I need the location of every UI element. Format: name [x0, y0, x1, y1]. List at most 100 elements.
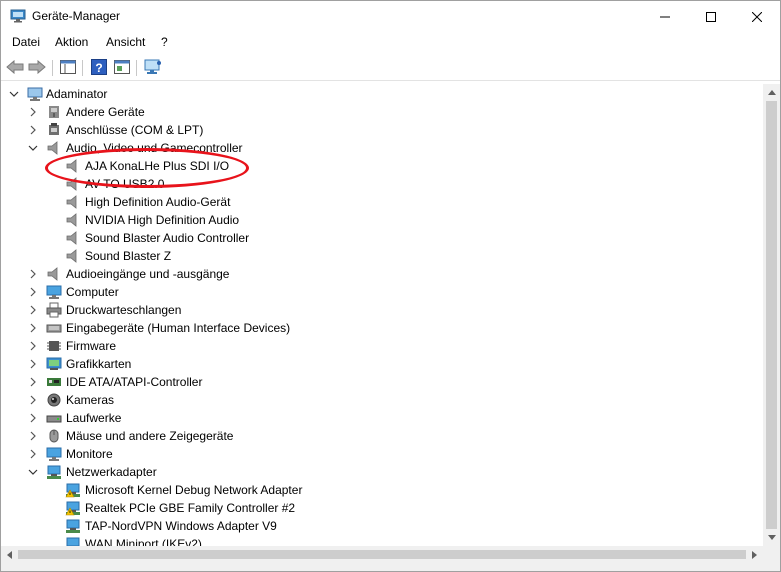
menu-aktion[interactable]: Aktion [55, 35, 88, 49]
collapse-chevron-icon[interactable] [9, 85, 19, 103]
tree-category[interactable]: Kameras [1, 391, 761, 409]
collapse-chevron-icon[interactable] [28, 463, 38, 481]
expand-chevron-icon[interactable] [28, 337, 38, 355]
help-icon: ? [91, 59, 107, 75]
tree-category-label: Monitore [66, 447, 113, 461]
tree-device[interactable]: Microsoft Kernel Debug Network Adapter [1, 481, 761, 499]
tree-category[interactable]: Grafikkarten [1, 355, 761, 373]
network-card-icon [66, 519, 80, 533]
toolbar-separator [82, 60, 83, 76]
monitor-icon [46, 285, 62, 299]
speaker-icon [66, 231, 77, 245]
expand-chevron-icon[interactable] [28, 121, 38, 139]
tree-device[interactable]: Realtek PCIe GBE Family Controller #2 [1, 499, 761, 517]
expand-chevron-icon[interactable] [28, 391, 38, 409]
tree-device-label: Realtek PCIe GBE Family Controller #2 [85, 501, 296, 515]
minimize-icon [660, 16, 670, 17]
tree-device[interactable]: AJA KonaLHe Plus SDI I/O [1, 157, 761, 175]
tree-category[interactable]: Firmware [1, 337, 761, 355]
scan-hardware-icon [144, 59, 161, 74]
close-button[interactable] [734, 1, 780, 32]
tree-category[interactable]: Eingabegeräte (Human Interface Devices) [1, 319, 761, 337]
tree-category-label: Anschlüsse (COM & LPT) [66, 123, 204, 137]
tree-root-label: Adaminator [46, 85, 108, 103]
tree-category[interactable]: Netzwerkadapter [1, 463, 761, 481]
network-card-icon [66, 537, 80, 546]
tree-category[interactable]: Andere Geräte [1, 103, 761, 121]
scroll-down-button[interactable] [763, 529, 780, 546]
device-tree: Adaminator Andere Geräte Anschlüsse (COM … [1, 84, 763, 546]
tree-category-label: Computer [66, 285, 119, 299]
back-button[interactable] [6, 58, 24, 76]
tree-device[interactable]: High Definition Audio-Gerät [1, 193, 761, 211]
expand-chevron-icon[interactable] [28, 373, 38, 391]
tree-category[interactable]: Computer [1, 283, 761, 301]
tree-device[interactable]: WAN Miniport (IKEv2) [1, 535, 761, 546]
tree-device-label: Sound Blaster Audio Controller [85, 231, 250, 245]
expand-chevron-icon[interactable] [28, 355, 38, 373]
expand-chevron-icon[interactable] [28, 283, 38, 301]
tree-category[interactable]: Laufwerke [1, 409, 761, 427]
tree-category-label: Eingabegeräte (Human Interface Devices) [66, 321, 291, 335]
menu-datei[interactable]: Datei [12, 35, 40, 49]
expand-chevron-icon[interactable] [28, 265, 38, 283]
vertical-scroll-thumb[interactable] [766, 101, 777, 529]
tree-device[interactable]: Sound Blaster Z [1, 247, 761, 265]
tree-device[interactable]: AV TO USB2.0 [1, 175, 761, 193]
menu-ansicht[interactable]: Ansicht [106, 35, 145, 49]
display-adapter-icon [46, 357, 62, 370]
expand-chevron-icon[interactable] [28, 445, 38, 463]
tree-category[interactable]: Audio, Video und Gamecontroller [1, 139, 761, 157]
tree-device[interactable]: TAP-NordVPN Windows Adapter V9 [1, 517, 761, 535]
drive-icon [46, 415, 62, 423]
horizontal-scroll-thumb[interactable] [18, 550, 746, 559]
keyboard-icon [46, 324, 62, 333]
status-bar [1, 563, 780, 571]
scroll-up-icon [767, 90, 776, 95]
horizontal-scrollbar[interactable] [1, 546, 763, 563]
tree-category-label: Druckwarteschlangen [66, 303, 182, 317]
expand-chevron-icon[interactable] [28, 301, 38, 319]
expand-chevron-icon[interactable] [28, 103, 38, 121]
tree-device[interactable]: Sound Blaster Audio Controller [1, 229, 761, 247]
forward-button[interactable] [28, 58, 46, 76]
menu-bar: Datei Aktion Ansicht ? [1, 32, 780, 53]
mouse-icon [49, 429, 59, 443]
tree-device[interactable]: NVIDIA High Definition Audio [1, 211, 761, 229]
scroll-right-icon [752, 550, 757, 559]
window-title: Geräte-Manager [32, 9, 121, 23]
tree-category[interactable]: Audioeingänge und -ausgänge [1, 265, 761, 283]
show-hide-console-button[interactable] [59, 58, 77, 76]
vertical-scrollbar[interactable] [763, 84, 780, 546]
tree-category-label: Kameras [66, 393, 115, 407]
expand-chevron-icon[interactable] [28, 427, 38, 445]
tree-category[interactable]: Anschlüsse (COM & LPT) [1, 121, 761, 139]
scroll-up-button[interactable] [763, 84, 780, 101]
scroll-right-button[interactable] [746, 546, 763, 563]
expand-chevron-icon[interactable] [28, 409, 38, 427]
tree-device-label: AV TO USB2.0 [85, 177, 165, 191]
tree-category-label: Netzwerkadapter [66, 465, 157, 479]
minimize-button[interactable] [642, 1, 688, 32]
menu-help[interactable]: ? [161, 35, 168, 49]
tree-category[interactable]: Druckwarteschlangen [1, 301, 761, 319]
network-adapter-icon [47, 465, 61, 479]
maximize-button[interactable] [688, 1, 734, 32]
tree-category[interactable]: IDE ATA/ATAPI-Controller [1, 373, 761, 391]
scrollbar-corner [763, 546, 780, 563]
tree-category-label: Audioeingänge und -ausgänge [66, 267, 230, 281]
scroll-left-button[interactable] [1, 546, 18, 563]
speaker-icon [47, 267, 58, 281]
toolbar: ? [1, 54, 780, 81]
tree-device-label: AJA KonaLHe Plus SDI I/O [85, 159, 230, 173]
properties-button[interactable] [113, 58, 131, 76]
tree-device-label: Sound Blaster Z [85, 249, 172, 263]
scroll-left-icon [7, 550, 12, 559]
tree-category[interactable]: Monitore [1, 445, 761, 463]
help-button[interactable]: ? [90, 58, 108, 76]
tree-category[interactable]: Mäuse und andere Zeigegeräte [1, 427, 761, 445]
expand-chevron-icon[interactable] [28, 319, 38, 337]
scan-hardware-button[interactable] [144, 58, 162, 76]
tree-root[interactable]: Adaminator [1, 85, 761, 103]
collapse-chevron-icon[interactable] [28, 139, 38, 157]
